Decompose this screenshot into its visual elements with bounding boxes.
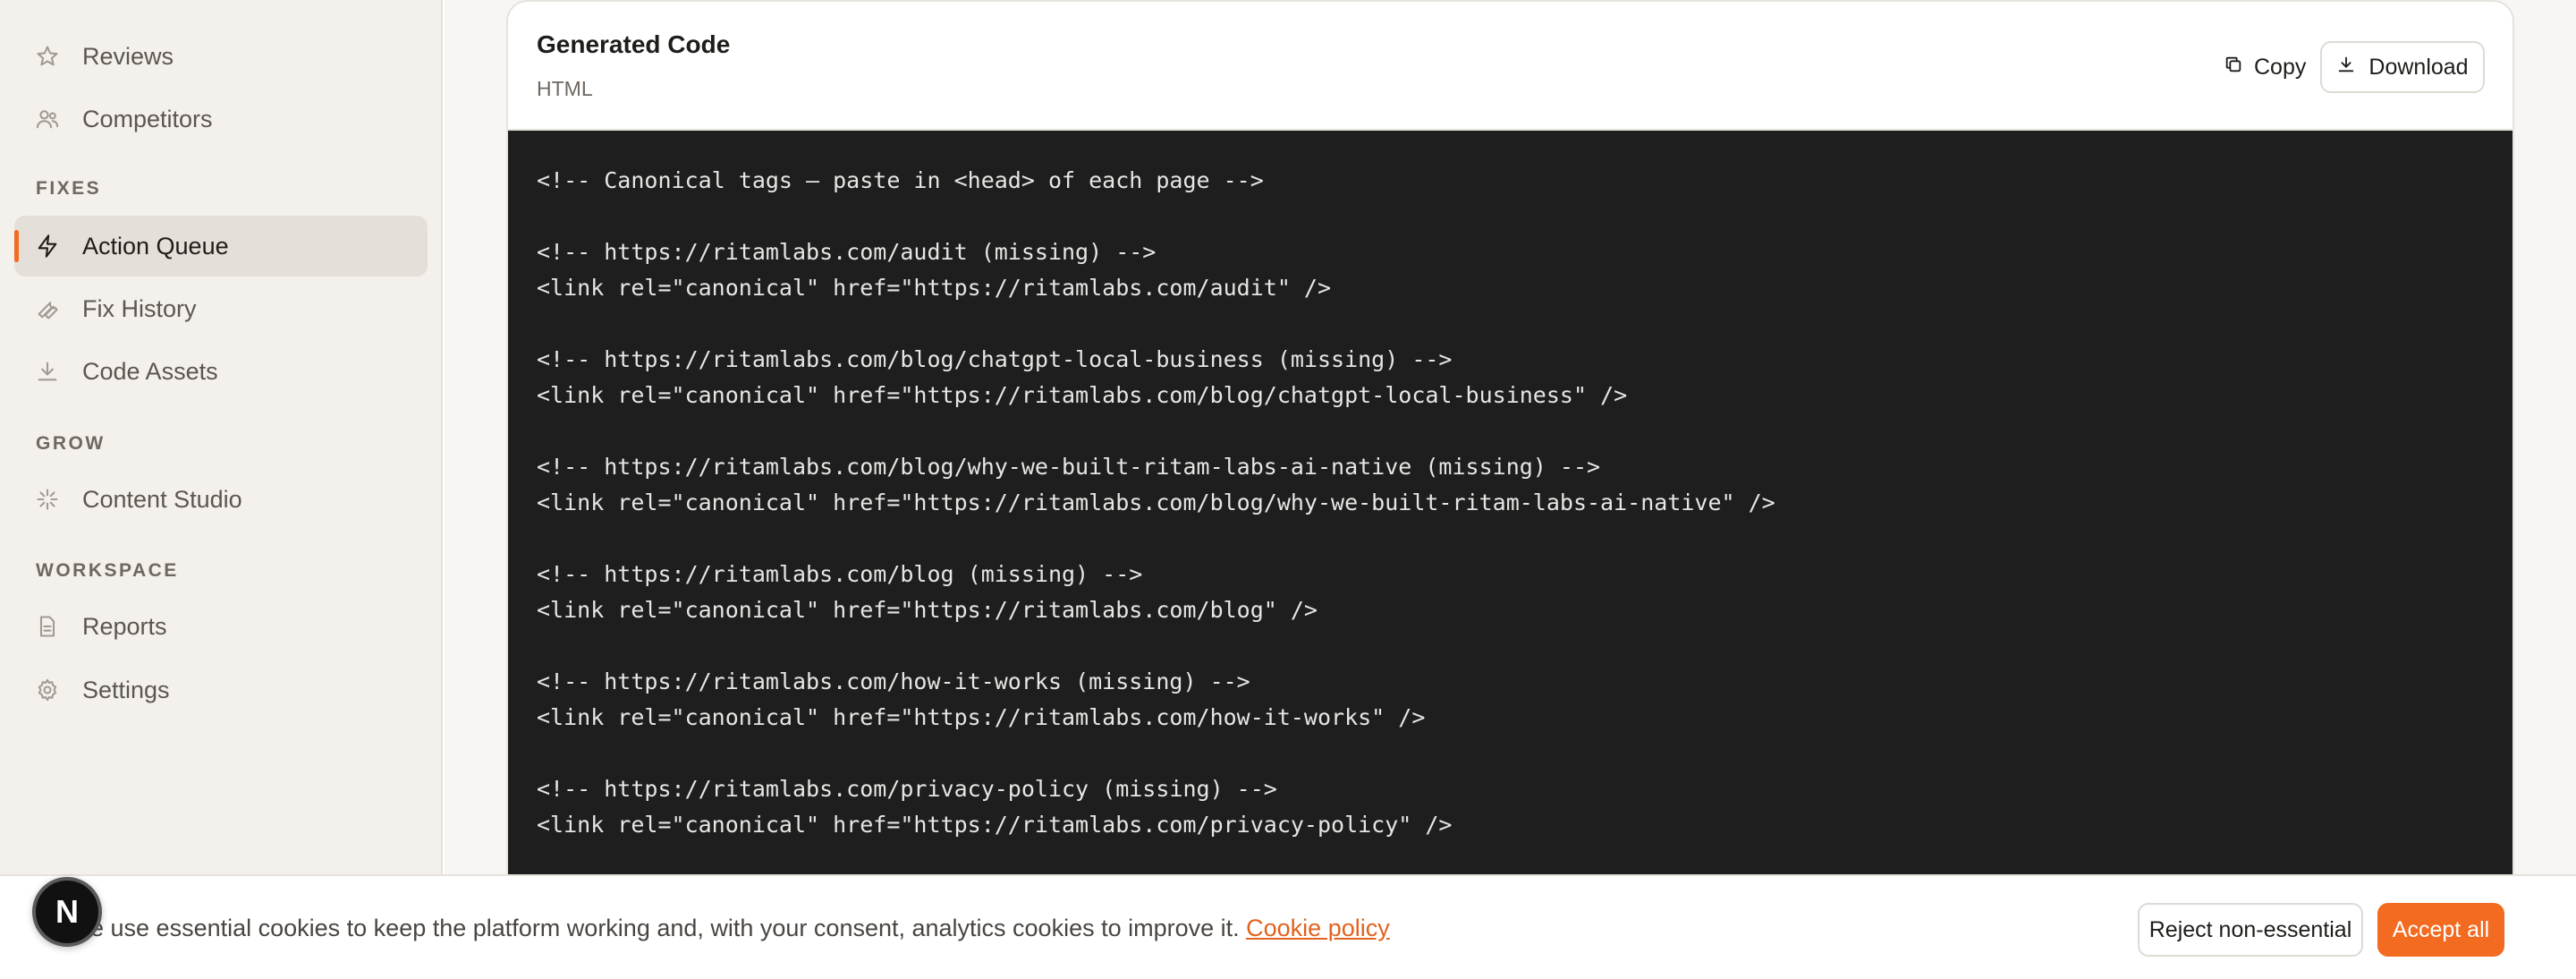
sparkle-icon [34,486,61,513]
sidebar-item-content-studio[interactable]: Content Studio [14,469,428,530]
code-line: <!-- https://ritamlabs.com/blog/why-we-b… [537,454,1601,480]
code-line: <link rel="canonical" href="https://rita… [537,812,1453,838]
copy-button[interactable]: Copy [2209,41,2320,93]
gear-icon [34,677,61,703]
copy-icon [2224,55,2243,81]
card-header: Generated Code HTML Copy Download [508,2,2512,131]
sidebar-item-label: Reports [82,612,167,640]
sidebar-item-label: Reviews [82,42,174,70]
code-line: <link rel="canonical" href="https://rita… [537,704,1426,730]
copy-label: Copy [2254,54,2307,80]
code-line: <link rel="canonical" href="https://rita… [537,490,1775,515]
avatar[interactable]: N [32,877,102,947]
section-label-grow: GROW [36,433,106,454]
generated-code-card: Generated Code HTML Copy Download <!-- C… [506,0,2514,979]
main-content: Generated Code HTML Copy Download <!-- C… [445,0,2576,979]
code-line: <!-- https://ritamlabs.com/privacy-polic… [537,776,1277,802]
cookie-text: We use essential cookies to keep the pla… [68,915,1247,941]
code-block[interactable]: <!-- Canonical tags — paste in <head> of… [508,131,2512,977]
sidebar-item-reports[interactable]: Reports [14,596,428,657]
wrench-icon [34,295,61,322]
sidebar-item-reviews[interactable]: Reviews [14,26,428,87]
cookie-policy-link[interactable]: Cookie policy [1246,915,1390,941]
users-icon [34,106,61,132]
sidebar-item-action-queue[interactable]: Action Queue [14,216,428,277]
sidebar-item-label: Fix History [82,294,197,322]
code-line: <link rel="canonical" href="https://rita… [537,382,1628,408]
code-line: <!-- https://ritamlabs.com/audit (missin… [537,239,1157,265]
code-line: <!-- https://ritamlabs.com/blog (missing… [537,561,1143,587]
code-line: <!-- https://ritamlabs.com/how-it-works … [537,668,1250,694]
reject-non-essential-button[interactable]: Reject non-essential [2138,903,2363,957]
sidebar-item-label: Code Assets [82,357,218,385]
code-line: <link rel="canonical" href="https://rita… [537,597,1318,623]
download-label: Download [2368,54,2469,80]
code-language-label: HTML [537,77,593,100]
sidebar: Reviews Competitors FIXES Action Queue F… [0,0,443,979]
card-title: Generated Code [537,30,731,58]
star-icon [34,43,61,70]
sidebar-item-label: Content Studio [82,485,242,513]
document-icon [34,613,61,640]
sidebar-item-label: Settings [82,676,170,703]
section-label-workspace: WORKSPACE [36,560,179,581]
sidebar-item-label: Action Queue [82,232,229,260]
code-line: <link rel="canonical" href="https://rita… [537,275,1332,301]
download-icon [34,358,61,385]
section-label-fixes: FIXES [36,178,102,199]
code-line: <!-- https://ritamlabs.com/blog/chatgpt-… [537,346,1453,372]
sidebar-item-competitors[interactable]: Competitors [14,89,428,149]
cookie-message: We use essential cookies to keep the pla… [68,915,1390,942]
sidebar-item-label: Competitors [82,105,213,132]
sidebar-item-code-assets[interactable]: Code Assets [14,341,428,402]
accept-all-button[interactable]: Accept all [2377,903,2504,957]
code-line: <!-- Canonical tags — paste in <head> of… [537,167,1264,193]
download-icon [2336,55,2356,81]
download-button[interactable]: Download [2320,41,2485,93]
lightning-icon [34,233,61,260]
sidebar-item-settings[interactable]: Settings [14,660,428,720]
cookie-banner: We use essential cookies to keep the pla… [0,874,2576,979]
sidebar-item-fix-history[interactable]: Fix History [14,278,428,339]
